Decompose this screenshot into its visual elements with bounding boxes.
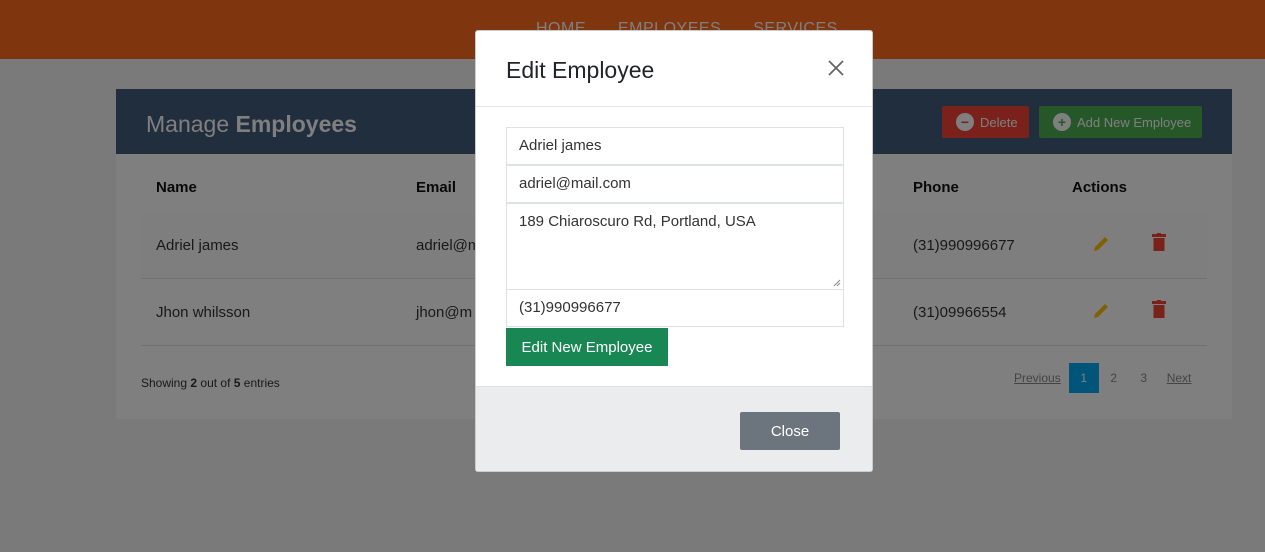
modal-header: Edit Employee <box>476 31 872 107</box>
email-field[interactable]: adriel@mail.com <box>506 165 844 203</box>
modal-title: Edit Employee <box>506 57 655 83</box>
resize-grip-icon[interactable] <box>833 279 841 287</box>
phone-field[interactable]: (31)990996677 <box>506 289 844 327</box>
close-icon[interactable] <box>826 58 846 78</box>
edit-employee-modal: Edit Employee Adriel james adriel@mail.c… <box>475 30 873 472</box>
modal-footer: Close <box>476 386 872 471</box>
submit-button[interactable]: Edit New Employee <box>506 328 668 366</box>
address-value: 189 Chiaroscuro Rd, Portland, USA <box>519 213 756 230</box>
close-button[interactable]: Close <box>740 412 840 450</box>
name-field[interactable]: Adriel james <box>506 127 844 165</box>
address-textarea[interactable]: 189 Chiaroscuro Rd, Portland, USA <box>506 203 844 290</box>
